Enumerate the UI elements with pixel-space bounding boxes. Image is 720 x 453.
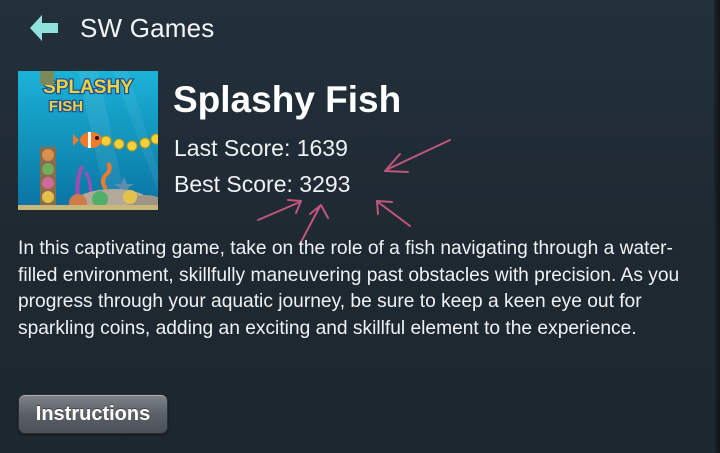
thumbnail-logo-line2: FISH	[49, 98, 83, 115]
top-bar: SW Games	[0, 0, 714, 56]
instructions-button-label: Instructions	[35, 402, 151, 425]
game-thumbnail[interactable]: SPLASHY FISH	[18, 71, 158, 210]
last-score: Last Score: 1639	[174, 135, 348, 161]
game-title: Splashy Fish	[173, 79, 402, 120]
game-description: In this captivating game, take on the ro…	[18, 238, 680, 339]
app-screen	[0, 0, 720, 453]
instructions-button[interactable]: Instructions	[18, 394, 168, 434]
screen-edge	[714, 0, 720, 453]
splashy-fish-artwork: SPLASHY FISH	[18, 71, 158, 210]
best-score: Best Score: 3293	[174, 171, 351, 197]
back-button[interactable]	[28, 12, 62, 44]
thumbnail-logo-line1: SPLASHY	[43, 77, 133, 98]
header-title: SW Games	[80, 13, 215, 43]
back-arrow-icon	[30, 15, 58, 41]
